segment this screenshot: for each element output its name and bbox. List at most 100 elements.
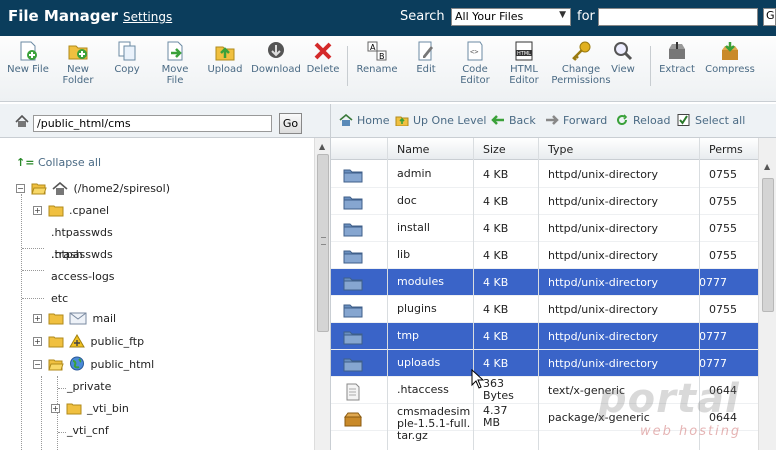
column-header-perms[interactable]: Perms	[709, 143, 743, 156]
file-size-cell: 363 Bytes	[483, 377, 514, 402]
nav-home-button[interactable]: Home	[339, 114, 389, 127]
expand-toggle-icon[interactable]: +	[33, 337, 42, 346]
file-perms-cell: 0755	[709, 249, 737, 262]
nav-forward-button[interactable]: Forward	[545, 114, 607, 127]
tree-item-public-html[interactable]: − public_html	[33, 356, 154, 374]
arrow-right-icon	[546, 115, 559, 125]
tree-item-etc[interactable]: etc	[51, 292, 68, 310]
tree-item-private[interactable]: _private	[67, 380, 111, 398]
download-button[interactable]: Download	[250, 40, 302, 75]
html-editor-button[interactable]: HTML HTML Editor	[504, 40, 544, 86]
tree-item-label: .cpanel	[69, 204, 110, 217]
reload-icon	[617, 114, 628, 126]
collapse-toggle-icon[interactable]: −	[33, 360, 42, 369]
download-icon	[268, 42, 284, 58]
collapse-toggle-icon[interactable]: −	[16, 184, 25, 193]
tree-item-label: _vti_bin	[87, 402, 129, 415]
expand-toggle-icon[interactable]: +	[51, 404, 60, 413]
upload-button[interactable]: Upload	[205, 40, 245, 75]
tree-item-vti-bin[interactable]: + _vti_bin	[51, 402, 129, 420]
tree-item-trash[interactable]: .trash	[51, 248, 83, 266]
new-file-button[interactable]: New File	[6, 40, 50, 75]
expand-toggle-icon[interactable]: +	[33, 206, 42, 215]
extract-button[interactable]: Extract	[657, 40, 697, 75]
tree-item-cpanel[interactable]: + .cpanel	[33, 204, 109, 222]
new-folder-icon	[68, 45, 88, 60]
file-list-scrollbar[interactable]: ▲	[758, 138, 776, 450]
tree-scrollbar[interactable]: ▲	[314, 138, 330, 450]
table-row[interactable]: doc 4 KB httpd/unix-directory 0755	[331, 188, 758, 215]
folder-icon	[343, 302, 363, 321]
file-perms-cell: 0777	[699, 330, 727, 343]
tree-item-root[interactable]: − (/home2/spiresol)	[16, 182, 170, 200]
tree-item-label: etc	[51, 292, 69, 305]
nav-select-all-button[interactable]: Select all	[677, 114, 745, 127]
folder-icon	[343, 356, 363, 375]
tree-item-htpasswds-row[interactable]: .htpasswds	[51, 226, 113, 244]
column-header-name[interactable]: Name	[397, 143, 429, 156]
nav-back-button[interactable]: Back	[491, 114, 536, 127]
scroll-up-icon[interactable]: ▲	[764, 162, 770, 171]
table-row[interactable]: modules 4 KB httpd/unix-directory 0777	[331, 269, 758, 296]
ftp-icon	[69, 334, 85, 348]
tree-item-vti-cnf[interactable]: _vti_cnf	[67, 424, 109, 442]
table-row[interactable]: plugins 4 KB httpd/unix-directory 0755	[331, 296, 758, 323]
table-row[interactable]: admin 4 KB httpd/unix-directory 0755	[331, 161, 758, 188]
path-input[interactable]: /public_html/cms	[33, 115, 272, 132]
globe-icon	[70, 356, 84, 371]
column-header-size[interactable]: Size	[483, 143, 506, 156]
file-size-cell: 4 KB	[483, 168, 509, 181]
search-input[interactable]	[598, 8, 758, 26]
table-row[interactable]: install 4 KB httpd/unix-directory 0755	[331, 215, 758, 242]
move-file-icon	[167, 41, 183, 61]
file-size-cell: 4.37 MB	[483, 404, 508, 429]
tree-item-public-ftp[interactable]: + public_ftp	[33, 334, 144, 352]
collapse-all-button[interactable]: ↑= Collapse all	[16, 156, 101, 169]
rename-button[interactable]: AB Rename	[355, 40, 399, 75]
copy-button[interactable]: Copy	[110, 40, 144, 75]
file-perms-cell: 0755	[709, 222, 737, 235]
toolbar-divider	[347, 46, 348, 86]
svg-text:A: A	[370, 43, 376, 52]
new-folder-button[interactable]: New Folder	[58, 40, 98, 86]
nav-reload-button[interactable]: Reload	[615, 114, 670, 127]
html-editor-label: HTML Editor	[509, 64, 539, 86]
view-button[interactable]: View	[608, 40, 638, 75]
change-permissions-button[interactable]: Change Permissions	[550, 40, 612, 86]
tree-item-mail[interactable]: + mail	[33, 312, 116, 330]
code-editor-icon: <>	[467, 41, 483, 61]
folder-icon	[48, 205, 63, 217]
search-scope-select[interactable]: All Your Files ▼	[451, 8, 571, 26]
nav-up-one-level-button[interactable]: Up One Level	[395, 114, 486, 127]
nav-reload-label: Reload	[633, 114, 671, 127]
settings-link[interactable]: Settings	[123, 10, 172, 24]
folder-icon	[66, 403, 81, 415]
move-file-button[interactable]: Move File	[158, 40, 192, 86]
table-row[interactable]: uploads 4 KB httpd/unix-directory 0777	[331, 350, 758, 377]
rename-icon: AB	[367, 41, 387, 61]
tree-scrollbar-thumb[interactable]	[317, 154, 329, 332]
path-go-button[interactable]: Go	[279, 113, 302, 134]
compress-button[interactable]: Compress	[704, 40, 756, 75]
expand-toggle-icon[interactable]: +	[33, 314, 42, 323]
svg-text:B: B	[379, 52, 385, 61]
column-divider	[387, 138, 388, 450]
column-header-type[interactable]: Type	[548, 143, 573, 156]
code-editor-button[interactable]: <> Code Editor	[455, 40, 495, 86]
tree-item-access-logs[interactable]: access-logs	[51, 270, 115, 288]
edit-button[interactable]: Edit	[410, 40, 442, 75]
file-list-header: Name Size Type Perms	[331, 138, 758, 160]
nav-select-all-label: Select all	[695, 114, 746, 127]
tree-item-label: (/home2/spiresol)	[73, 182, 171, 195]
nav-up-one-level-label: Up One Level	[413, 114, 487, 127]
delete-button[interactable]: Delete	[304, 40, 342, 75]
search-go-button[interactable]: Go	[763, 8, 776, 26]
file-type-cell: httpd/unix-directory	[548, 276, 658, 289]
scroll-up-icon[interactable]: ▲	[319, 142, 325, 151]
table-row[interactable]: tmp 4 KB httpd/unix-directory 0777	[331, 323, 758, 350]
tree-connector	[21, 194, 22, 450]
file-list-scrollbar-thumb[interactable]	[762, 178, 774, 312]
table-row[interactable]: lib 4 KB httpd/unix-directory 0755	[331, 242, 758, 269]
download-label: Download	[251, 64, 301, 75]
nav-forward-label: Forward	[563, 114, 608, 127]
